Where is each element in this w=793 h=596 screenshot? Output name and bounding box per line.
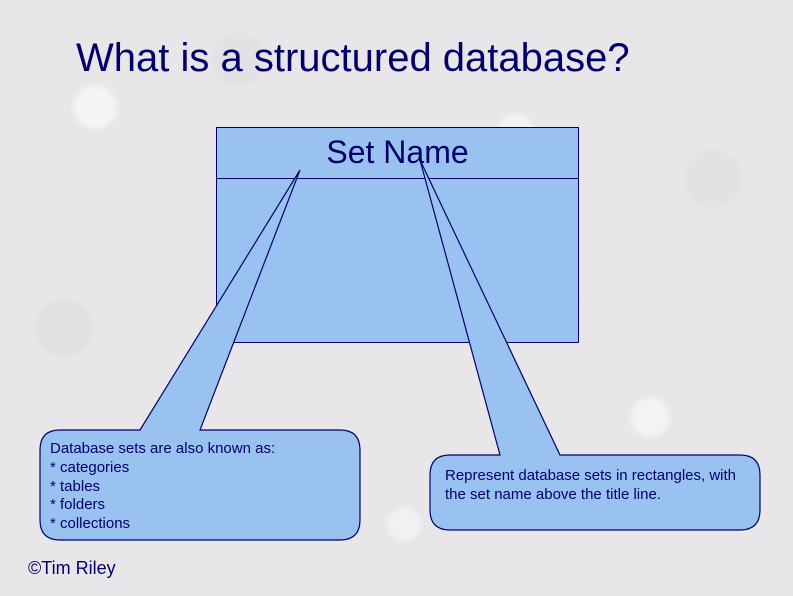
- callout-left-bullet: * categories: [50, 459, 350, 478]
- set-rectangle: Set Name: [216, 127, 579, 343]
- callout-right: Represent database sets in rectangles, w…: [445, 467, 750, 505]
- callout-left: Database sets are also known as: * categ…: [50, 440, 350, 534]
- callout-left-intro: Database sets are also known as:: [50, 440, 350, 459]
- slide-canvas: What is a structured database? Set Name …: [0, 0, 793, 596]
- callout-left-bullet: * tables: [50, 478, 350, 497]
- set-title-line: [217, 178, 578, 179]
- copyright: ©Tim Riley: [28, 558, 116, 579]
- callout-left-bullet: * folders: [50, 496, 350, 515]
- set-name-label: Set Name: [217, 134, 578, 171]
- callout-left-bullet: * collections: [50, 515, 350, 534]
- slide-title: What is a structured database?: [76, 36, 630, 81]
